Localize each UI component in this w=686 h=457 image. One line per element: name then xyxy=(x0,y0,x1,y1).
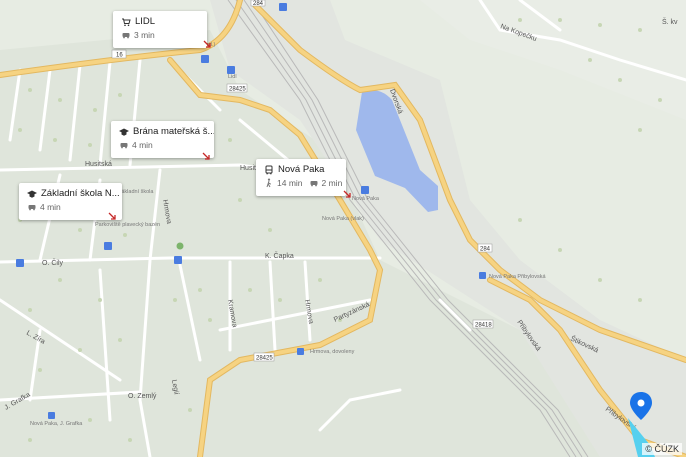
car-icon xyxy=(119,140,129,150)
route-28425-north: 28425 xyxy=(229,87,246,93)
poi-title: LIDL xyxy=(135,16,156,27)
poi-drive-time: 2 min xyxy=(321,178,343,188)
poi-card-nova-paka[interactable]: Nová Paka 14 min 2 min xyxy=(256,159,346,196)
poi-pointer-icon xyxy=(203,40,211,48)
car-icon xyxy=(121,30,131,40)
parking-icon[interactable] xyxy=(201,55,209,63)
train-station-icon[interactable] xyxy=(361,186,369,194)
map-attribution: © ČÚZK xyxy=(642,443,682,455)
parking-icon[interactable] xyxy=(16,259,24,267)
poi-card-zakladni[interactable]: Základní škola N... 4 min xyxy=(19,183,122,220)
place-parking-pool: Parkoviště plavecký bazén xyxy=(95,222,160,228)
route-28418: 28418 xyxy=(475,323,492,329)
place-nova-paka-vlak: Nová Paka (vlak) xyxy=(322,216,364,222)
poi-walk-time: 14 min xyxy=(277,178,303,188)
street-ocily: O. Čily xyxy=(42,258,64,267)
school-icon xyxy=(27,189,37,199)
poi-drive-time: 4 min xyxy=(132,140,153,150)
poi-pointer-icon xyxy=(343,190,351,198)
bus-stop-icon[interactable] xyxy=(479,272,486,279)
bus-icon xyxy=(264,165,274,175)
parking-icon[interactable] xyxy=(174,256,182,264)
route-28425-south: 28425 xyxy=(256,356,273,362)
bus-stop-icon[interactable] xyxy=(297,348,304,355)
street-husitska-west: Husitská xyxy=(85,161,112,168)
shopping-cart-icon xyxy=(121,17,131,27)
place-hrmova-stop: Hrmova, dovoleny xyxy=(310,349,355,355)
poi-pointer-icon xyxy=(108,212,116,220)
park-icon[interactable] xyxy=(176,242,184,250)
route-16: 16 xyxy=(116,53,123,59)
place-jgrafka-stop: Nová Paka, J. Grafka xyxy=(30,421,83,427)
bus-stop-icon[interactable] xyxy=(48,412,55,419)
poi-card-lidl[interactable]: LIDL 3 min xyxy=(113,11,207,48)
street-skv: Š. kv xyxy=(662,17,678,26)
parking-icon[interactable] xyxy=(227,66,235,74)
poi-title: Základní škola N... xyxy=(41,188,120,199)
walk-icon xyxy=(264,178,274,188)
place-pribyl-stop: Nová Paka Přibylovská xyxy=(489,274,546,280)
poi-card-brana[interactable]: Brána mateřská š... 4 min xyxy=(111,121,214,158)
place-nova-paka-small: Nová Paka xyxy=(352,196,380,202)
place-zakladni: Základní škola xyxy=(118,189,154,195)
route-284-north: 284 xyxy=(253,1,264,7)
map-canvas[interactable]: Husitská Husitská K. Čapka O. Čily Party… xyxy=(0,0,686,457)
poi-drive-time: 4 min xyxy=(40,202,61,212)
parking-icon[interactable] xyxy=(104,242,112,250)
poi-drive-time: 3 min xyxy=(134,30,155,40)
poi-pointer-icon xyxy=(202,152,210,160)
poi-title: Brána mateřská š... xyxy=(133,126,214,137)
street-ozemly: O. Zemlý xyxy=(128,393,157,400)
parking-icon[interactable] xyxy=(279,3,287,11)
school-icon xyxy=(119,127,129,137)
place-lidl-small: Lidl xyxy=(228,74,237,80)
street-kcapka: K. Čapka xyxy=(265,251,294,260)
car-icon xyxy=(27,202,37,212)
route-284-east: 284 xyxy=(480,247,491,253)
car-icon xyxy=(309,178,319,188)
poi-title: Nová Paka xyxy=(278,164,325,175)
